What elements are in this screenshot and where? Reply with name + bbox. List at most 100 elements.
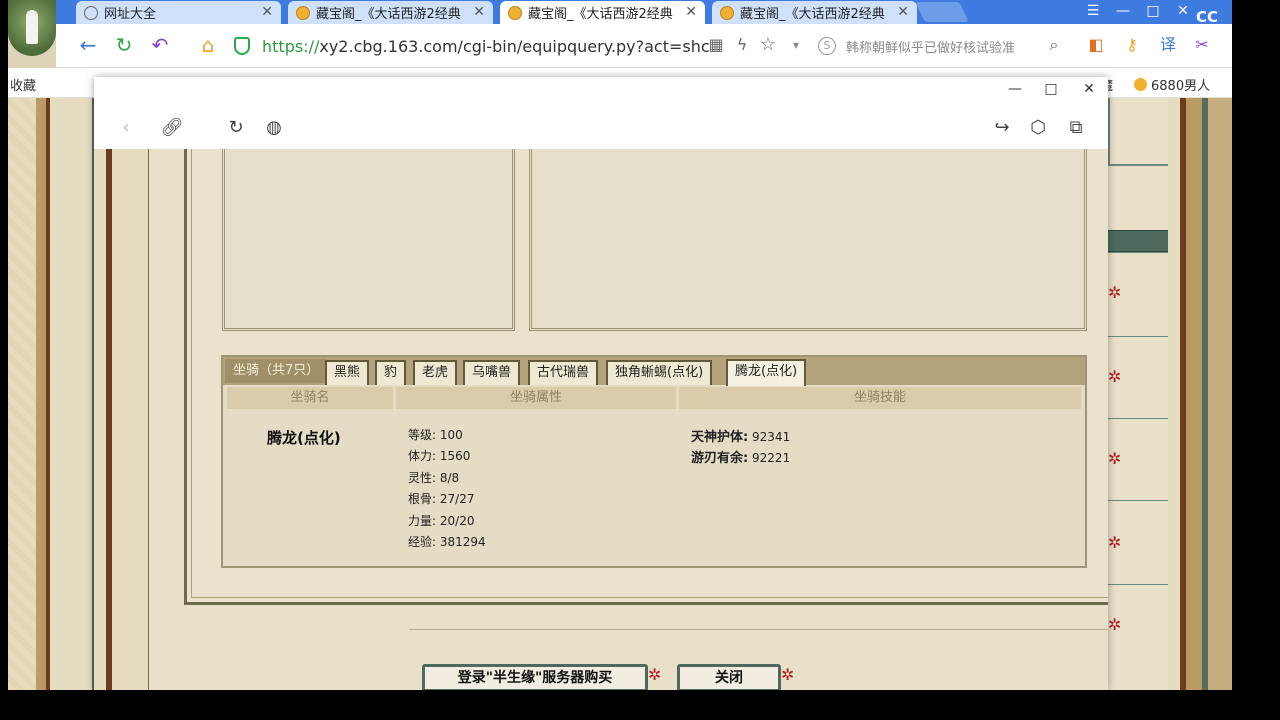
decorative-strip [94, 149, 149, 690]
back-icon[interactable]: ‹ [114, 117, 138, 141]
column-header-skills: 坐骑技能 [679, 387, 1081, 409]
mount-panel: 坐骑（共7只） 黑熊 豹 老虎 乌嘴兽 古代瑞兽 独角蜥蜴(点化) 腾龙(点化)… [221, 355, 1087, 568]
close-icon[interactable]: ✕ [685, 4, 697, 20]
home-icon[interactable]: ⌂ [196, 34, 220, 58]
close-icon[interactable]: ✕ [1074, 81, 1104, 101]
skill-row: 游刃有余: 92221 [691, 447, 790, 466]
maximize-icon[interactable]: □ [1036, 81, 1066, 101]
globe-icon[interactable]: ◍ [262, 117, 286, 141]
browser-tab-2[interactable]: 藏宝阁_《大话西游2经典 ✕ [288, 1, 493, 24]
minimize-icon[interactable]: — [1108, 0, 1138, 24]
secure-shield-icon [234, 37, 250, 55]
close-icon[interactable]: ✕ [897, 4, 909, 20]
browser-tab-4[interactable]: 藏宝阁_《大话西游2经典 ✕ [712, 1, 917, 24]
attr-label: 经验: [408, 535, 437, 549]
close-icon[interactable]: ✕ [261, 4, 273, 20]
skill-value: 92341 [752, 430, 791, 444]
tab-mount-4[interactable]: 乌嘴兽 [463, 360, 521, 385]
new-tab-button[interactable] [915, 2, 969, 22]
share-icon[interactable]: ↪ [990, 117, 1014, 141]
cbg-icon [296, 5, 310, 20]
close-window-icon[interactable]: ✕ [1168, 0, 1198, 24]
bookmarks-menu[interactable]: 收藏 [10, 75, 36, 94]
refresh-icon[interactable]: ↻ [112, 34, 136, 58]
popup-titlebar: — □ ✕ ‹ 🔗︎ ↻ ◍ ↪ ⬡ ⧉ [94, 77, 1108, 149]
search-icon[interactable]: ⌕ [1042, 34, 1066, 58]
attr-row: 等级: 100 [408, 426, 463, 443]
skill-value: 92221 [752, 451, 791, 465]
knot-icon: ✲ [1108, 533, 1122, 552]
skill-name: 天神护体: [691, 430, 749, 445]
star-icon[interactable]: ☆ [756, 34, 780, 58]
scissors-icon[interactable]: ✂ [1190, 34, 1214, 58]
mount-tab-bar: 坐骑（共7只） 黑熊 豹 老虎 乌嘴兽 古代瑞兽 独角蜥蜴(点化) 腾龙(点化) [223, 357, 1085, 386]
link-icon[interactable]: 🔗︎ [160, 117, 184, 141]
close-icon[interactable]: ✕ [473, 4, 485, 20]
translate-icon[interactable]: 译 [1156, 34, 1180, 58]
screen: 网址大全 ✕ 藏宝阁_《大话西游2经典 ✕ 藏宝阁_《大话西游2经典 ✕ 藏宝阁… [8, 0, 1232, 690]
tab-title: 网址大全 [104, 7, 157, 22]
tab-mount-3[interactable]: 老虎 [413, 360, 458, 385]
url-field[interactable]: https://xy2.cbg.163.com/cgi-bin/equipque… [234, 32, 774, 60]
bookmark-icon [1134, 78, 1147, 91]
attr-label: 灵性: [408, 471, 437, 485]
knot-icon: ✲ [1108, 449, 1122, 468]
tab-title: 藏宝阁_《大话西游2经典 [740, 7, 885, 22]
column-header-name: 坐骑名 [227, 387, 393, 409]
extension-icon[interactable]: ◧ [1084, 34, 1108, 58]
column-header-attrs: 坐骑属性 [396, 387, 676, 409]
tab-title: 藏宝阁_《大话西游2经典 [528, 7, 673, 22]
cbg-icon [720, 5, 734, 20]
close-button[interactable]: 关闭 [677, 664, 781, 690]
attr-label: 力量: [408, 514, 437, 528]
attr-row: 灵性: 8/8 [408, 469, 459, 486]
key-icon[interactable]: ⚷ [1120, 34, 1144, 58]
popup-content: 坐骑（共7只） 黑熊 豹 老虎 乌嘴兽 古代瑞兽 独角蜥蜴(点化) 腾龙(点化)… [94, 149, 1108, 690]
attr-row: 体力: 1560 [408, 447, 470, 464]
undo-icon[interactable]: ↶ [148, 34, 172, 58]
refresh-icon[interactable]: ↻ [224, 117, 248, 141]
attr-row: 根骨: 27/27 [408, 490, 474, 507]
attr-row: 经验: 381294 [408, 533, 486, 550]
skill-name: 游刃有余: [691, 451, 749, 466]
globe-icon [84, 5, 98, 20]
cube-icon[interactable]: ⬡ [1026, 117, 1050, 141]
bookmark-item[interactable]: 6880男人 [1134, 75, 1210, 94]
mount-name: 腾龙(点化) [267, 429, 341, 447]
tab-mount-2[interactable]: 豹 [375, 360, 407, 385]
right-side-box [1108, 98, 1176, 166]
search-field[interactable]: S 韩称朝鲜似乎已做好核试验准 [818, 32, 1068, 60]
screen-border-right [1232, 0, 1280, 720]
tab-mount-6[interactable]: 独角蜥蜴(点化) [606, 360, 713, 385]
qr-icon[interactable]: ▦ [704, 34, 728, 58]
screenshot-icon[interactable]: ⧉ [1064, 117, 1088, 141]
attr-value: 100 [439, 428, 463, 442]
browser-tab-3[interactable]: 藏宝阁_《大话西游2经典 ✕ [500, 1, 705, 24]
menu-icon[interactable]: ☰ [1078, 0, 1108, 24]
attr-value: 1560 [439, 449, 471, 463]
browser-tab-1[interactable]: 网址大全 ✕ [76, 1, 281, 24]
knot-icon: ✲ [1108, 283, 1122, 302]
lightning-icon[interactable]: ϟ [730, 34, 754, 58]
login-buy-button[interactable]: 登录"半生缘"服务器购买 [422, 664, 648, 690]
browser-tab-bar: 网址大全 ✕ 藏宝阁_《大话西游2经典 ✕ 藏宝阁_《大话西游2经典 ✕ 藏宝阁… [8, 0, 1232, 24]
empty-box-right [529, 149, 1087, 331]
bookmark-label: 6880男人 [1151, 79, 1211, 94]
skill-row: 天神护体: 92341 [691, 426, 790, 445]
chevron-down-icon[interactable]: ▾ [784, 34, 808, 58]
minimize-icon[interactable]: — [1000, 81, 1030, 101]
screen-border-bottom [0, 690, 1280, 720]
tab-title: 藏宝阁_《大话西游2经典 [316, 7, 461, 22]
empty-box-left [222, 149, 515, 331]
url-text: xy2.cbg.163.com/cgi-bin/equipquery.py?ac… [319, 36, 710, 56]
back-icon[interactable]: ← [76, 34, 100, 58]
tab-mount-1[interactable]: 黑熊 [325, 360, 370, 385]
tab-mount-5[interactable]: 古代瑞兽 [528, 360, 599, 385]
search-engine-icon: S [818, 37, 836, 55]
tab-mount-7[interactable]: 腾龙(点化) [726, 359, 807, 386]
cbg-icon [508, 5, 522, 20]
knot-icon: ✲ [781, 665, 795, 684]
popup-window: — □ ✕ ‹ 🔗︎ ↻ ◍ ↪ ⬡ ⧉ 坐骑（共7只） 黑熊 豹 老虎 乌嘴兽… [94, 77, 1108, 690]
maximize-icon[interactable]: □ [1138, 0, 1168, 24]
attr-value: 27/27 [439, 492, 475, 506]
